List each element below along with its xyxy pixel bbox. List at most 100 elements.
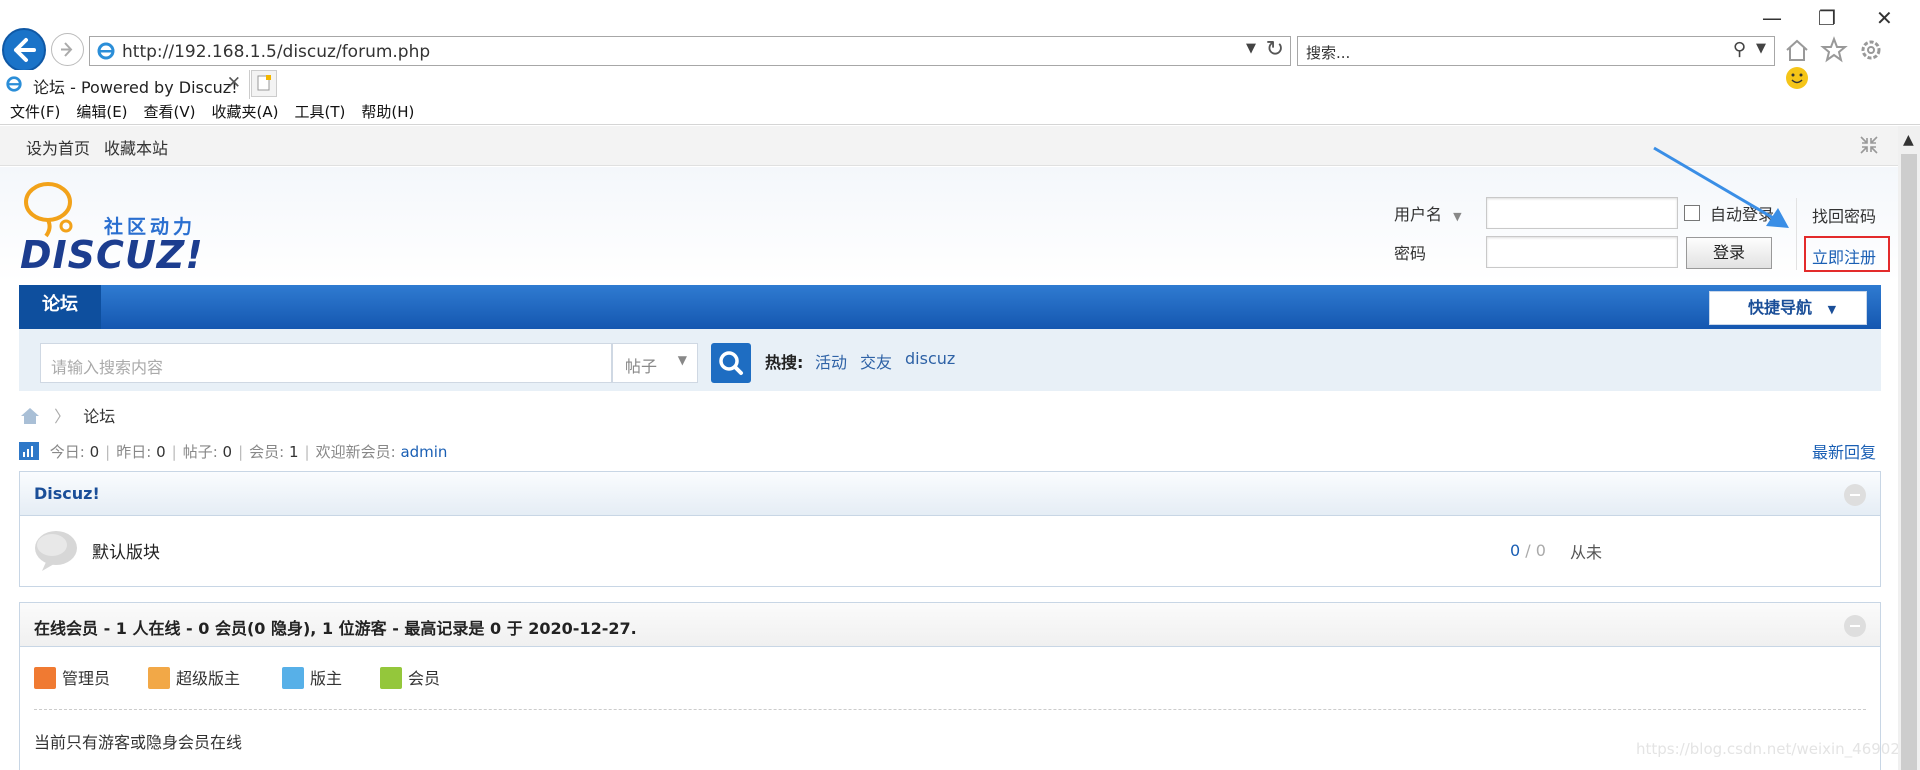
stats-chart-icon xyxy=(19,442,39,460)
quick-nav-button[interactable]: 快捷导航 ▼ xyxy=(1709,291,1867,325)
menu-tools[interactable]: 工具(T) xyxy=(294,101,345,123)
collapse-icon[interactable] xyxy=(1858,134,1880,156)
username-type-select[interactable]: 用户名 ▼ xyxy=(1394,201,1462,225)
breadcrumb-current[interactable]: 论坛 xyxy=(83,407,115,426)
forward-button[interactable] xyxy=(51,33,84,66)
chevron-down-icon[interactable]: ▼ xyxy=(1756,41,1766,56)
password-label: 密码 xyxy=(1394,244,1427,263)
count-separator: / xyxy=(1525,541,1531,560)
posts-count: 0 xyxy=(222,443,233,461)
admin-user-icon xyxy=(34,667,56,689)
legend-member: 会员 xyxy=(380,665,440,689)
forum-row: 默认版块 0 / 0 从未 xyxy=(20,516,1880,584)
yesterday-label: 昨日: xyxy=(116,443,152,461)
forum-counts: 0 / 0 xyxy=(1510,541,1546,560)
menu-view[interactable]: 查看(V) xyxy=(144,101,196,123)
online-message: 当前只有游客或隐身会员在线 xyxy=(34,733,243,752)
online-members: 在线会员 - 1 人在线 - 0 会员(0 隐身), 1 位游客 - 最高记录是… xyxy=(19,602,1881,770)
quick-nav-label: 快捷导航 xyxy=(1748,298,1813,317)
legend-mod: 版主 xyxy=(282,665,342,689)
legend-admin: 管理员 xyxy=(34,665,110,689)
register-link[interactable]: 立即注册 xyxy=(1812,244,1876,268)
home-icon[interactable] xyxy=(19,406,41,426)
menu-edit[interactable]: 编辑(E) xyxy=(76,101,127,123)
posts-label: 帖子: xyxy=(182,443,218,461)
tab-title: 论坛 - Powered by Discuz! xyxy=(33,78,238,97)
mod-user-icon xyxy=(282,667,304,689)
caret-down-icon: ▼ xyxy=(1827,303,1837,316)
login-button[interactable]: 登录 xyxy=(1686,237,1772,269)
address-bar[interactable]: http://192.168.1.5/discuz/forum.php ▼ ↻ xyxy=(89,36,1291,66)
smiley-icon[interactable] xyxy=(1783,64,1811,92)
browser-search-box[interactable]: 搜索... ⚲ ▼ xyxy=(1297,36,1775,66)
post-count: 0 xyxy=(1535,541,1546,560)
url-text: http://192.168.1.5/discuz/forum.php xyxy=(122,42,431,62)
forum-stats: 今日: 0 | 昨日: 0 | 帖子: 0 | 会员: 1 | 欢迎新会员: admin xyxy=(19,441,447,462)
breadcrumb-separator-icon: 〉 xyxy=(54,407,71,426)
today-label: 今日: xyxy=(49,443,85,461)
chevron-down-icon: ▼ xyxy=(1453,210,1462,223)
chevron-down-icon[interactable]: ▼ xyxy=(1246,41,1256,56)
breadcrumb: 〉 论坛 xyxy=(19,403,115,427)
scroll-up-icon[interactable]: ▲ xyxy=(1903,132,1914,148)
category-title[interactable]: Discuz! xyxy=(34,484,100,503)
hot-search-link[interactable]: 交友 xyxy=(860,349,892,373)
welcome-label: 欢迎新会员: xyxy=(315,443,396,461)
online-title: 在线会员 - 1 人在线 - 0 会员(0 隐身), 1 位游客 - 最高记录是… xyxy=(34,619,637,638)
vertical-scrollbar[interactable]: ▲ xyxy=(1898,126,1920,770)
legend-label: 会员 xyxy=(408,669,441,688)
set-homepage-link[interactable]: 设为首页 xyxy=(26,135,90,159)
yesterday-count: 0 xyxy=(156,443,166,461)
top-links-bar: 设为首页 收藏本站 xyxy=(0,126,1920,166)
home-icon[interactable] xyxy=(1783,36,1811,64)
close-window-icon[interactable]: ✕ xyxy=(1876,6,1893,30)
menu-help[interactable]: 帮助(H) xyxy=(361,101,414,123)
back-button[interactable] xyxy=(2,28,46,72)
forum-search-input[interactable]: 请输入搜索内容 xyxy=(40,343,612,383)
annotation-arrow xyxy=(1653,146,1789,228)
nav-item-forum[interactable]: 论坛 xyxy=(19,285,101,329)
legend-label: 版主 xyxy=(310,669,343,688)
super-mod-user-icon xyxy=(148,667,170,689)
forward-arrow-icon xyxy=(61,42,73,57)
menu-favorites[interactable]: 收藏夹(A) xyxy=(212,101,279,123)
legend-label: 管理员 xyxy=(62,669,111,688)
search-button[interactable] xyxy=(711,343,751,383)
search-type-select[interactable]: 帖子 ▼ xyxy=(612,343,698,383)
browser-tab[interactable]: 论坛 - Powered by Discuz! ✕ xyxy=(0,70,250,99)
new-tab-button[interactable] xyxy=(251,70,277,97)
close-tab-icon[interactable]: ✕ xyxy=(227,73,241,93)
members-count: 1 xyxy=(288,443,299,461)
register-highlight-box: 立即注册 xyxy=(1804,236,1890,272)
last-post: 从未 xyxy=(1570,543,1603,562)
site-logo[interactable]: 社区动力 DISCUZ! xyxy=(18,180,208,280)
favorites-star-icon[interactable] xyxy=(1820,36,1848,64)
ie-page-icon xyxy=(97,42,115,60)
latest-replies-link[interactable]: 最新回复 xyxy=(1812,439,1876,463)
menu-file[interactable]: 文件(F) xyxy=(10,101,60,123)
members-label: 会员: xyxy=(249,443,285,461)
username-label: 用户名 xyxy=(1394,205,1443,224)
collapse-icon[interactable] xyxy=(1844,484,1866,506)
legend-label: 超级版主 xyxy=(176,669,241,688)
refresh-icon[interactable]: ↻ xyxy=(1266,37,1284,62)
search-icon[interactable]: ⚲ xyxy=(1733,39,1746,60)
collapse-icon[interactable] xyxy=(1844,615,1866,637)
search-icon xyxy=(719,351,743,375)
divider xyxy=(34,709,1866,710)
scrollbar-thumb[interactable] xyxy=(1901,154,1917,770)
hot-search-link[interactable]: discuz xyxy=(905,349,955,368)
forgot-password-link[interactable]: 找回密码 xyxy=(1812,203,1876,227)
password-input[interactable] xyxy=(1486,236,1678,268)
today-count: 0 xyxy=(89,443,100,461)
hot-search-link[interactable]: 活动 xyxy=(815,349,847,373)
forum-name-link[interactable]: 默认版块 xyxy=(92,538,160,563)
ie-page-icon xyxy=(6,76,22,92)
newest-member-link[interactable]: admin xyxy=(400,443,447,461)
gear-icon[interactable] xyxy=(1857,36,1885,64)
minimize-icon[interactable]: — xyxy=(1762,6,1782,30)
restore-icon[interactable]: ❐ xyxy=(1818,6,1836,30)
forum-search-bar: 请输入搜索内容 帖子 ▼ 热搜: 活动 交友 discuz xyxy=(19,329,1881,391)
logo-bubble-icon xyxy=(24,182,73,238)
bookmark-site-link[interactable]: 收藏本站 xyxy=(104,135,168,159)
